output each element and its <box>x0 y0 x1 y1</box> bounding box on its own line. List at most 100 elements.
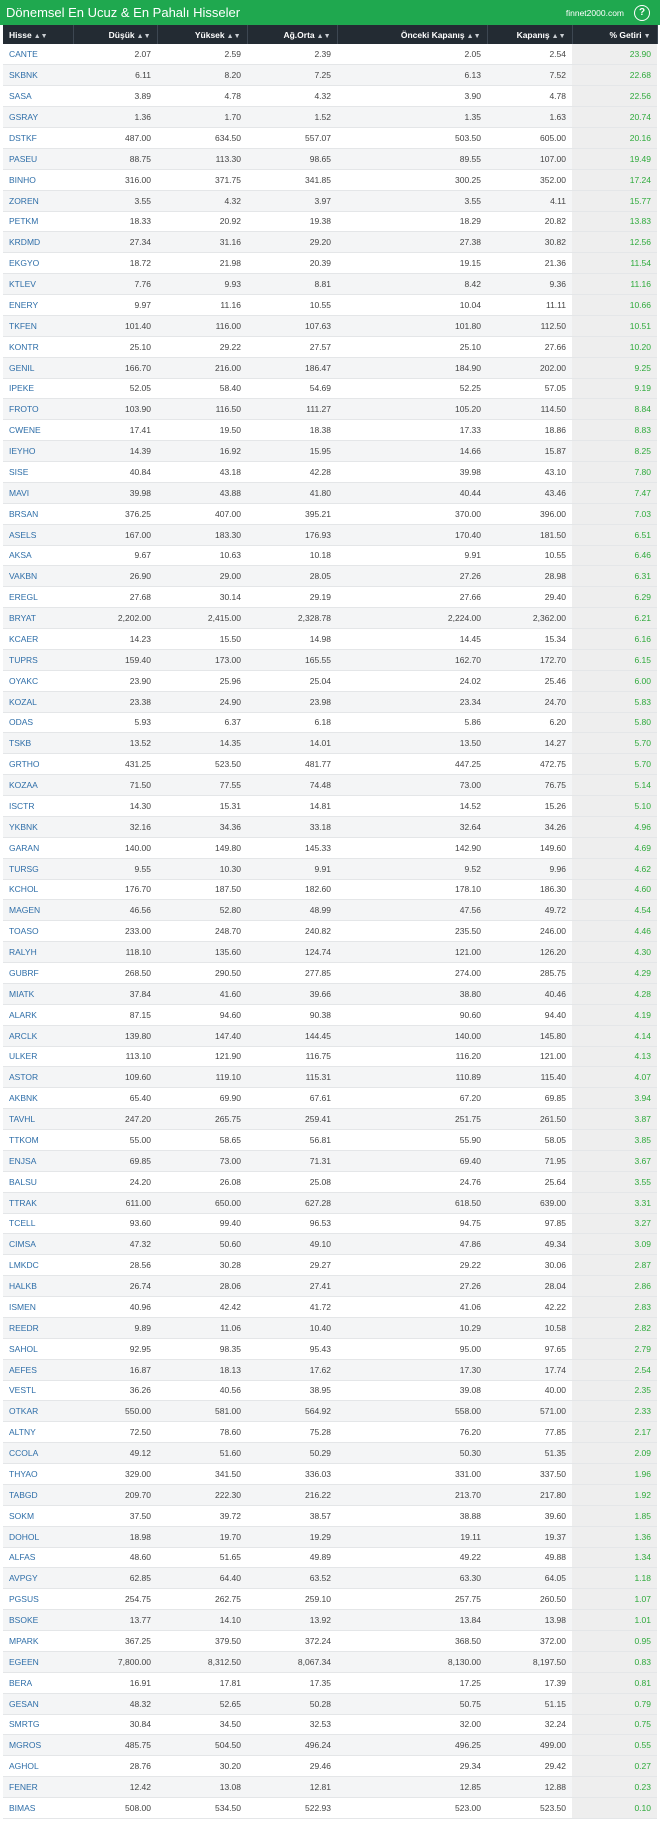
symbol-link[interactable]: ENJSA <box>3 1150 73 1172</box>
symbol-link[interactable]: TTKOM <box>3 1129 73 1151</box>
sort-icon[interactable]: ▲▼ <box>34 33 48 40</box>
symbol-link[interactable]: CANTE <box>3 44 73 66</box>
symbol-link[interactable]: BSOKE <box>3 1609 73 1631</box>
symbol-link[interactable]: SASA <box>3 85 73 108</box>
symbol-link[interactable]: AKSA <box>3 545 73 567</box>
symbol-link[interactable]: ASELS <box>3 524 73 546</box>
symbol-link[interactable]: GSRAY <box>3 106 73 128</box>
column-header-yuksek[interactable]: Yüksek ▲▼ <box>157 25 248 44</box>
symbol-link[interactable]: SISE <box>3 461 73 483</box>
symbol-link[interactable]: ASTOR <box>3 1066 73 1089</box>
symbol-link[interactable]: TAVHL <box>3 1108 73 1130</box>
symbol-link[interactable]: BRSAN <box>3 503 73 525</box>
symbol-link[interactable]: CIMSA <box>3 1233 73 1256</box>
symbol-link[interactable]: ODAS <box>3 712 73 734</box>
symbol-link[interactable]: LMKDC <box>3 1254 73 1277</box>
symbol-link[interactable]: TUPRS <box>3 649 73 671</box>
sort-icon[interactable]: ▼ <box>644 33 651 40</box>
symbol-link[interactable]: TKFEN <box>3 315 73 337</box>
sort-icon[interactable]: ▲▼ <box>227 33 241 40</box>
symbol-link[interactable]: SMRTG <box>3 1714 73 1736</box>
sort-icon[interactable]: ▲▼ <box>137 33 151 40</box>
symbol-link[interactable]: GENIL <box>3 357 73 379</box>
column-header-kapanis[interactable]: Kapanış ▲▼ <box>487 25 573 44</box>
symbol-link[interactable]: VAKBN <box>3 565 73 588</box>
sort-icon[interactable]: ▲▼ <box>317 33 331 40</box>
sort-icon[interactable]: ▲▼ <box>467 33 481 40</box>
symbol-link[interactable]: AVPGY <box>3 1567 73 1590</box>
symbol-link[interactable]: TSKB <box>3 732 73 755</box>
symbol-link[interactable]: ULKER <box>3 1046 73 1068</box>
symbol-link[interactable]: EGEEN <box>3 1651 73 1673</box>
symbol-link[interactable]: DOHOL <box>3 1526 73 1548</box>
symbol-link[interactable]: KONTR <box>3 336 73 358</box>
symbol-link[interactable]: SKBNK <box>3 64 73 87</box>
symbol-link[interactable]: FROTO <box>3 398 73 421</box>
symbol-link[interactable]: IEYHO <box>3 440 73 462</box>
symbol-link[interactable]: BERA <box>3 1672 73 1694</box>
symbol-link[interactable]: GESAN <box>3 1693 73 1715</box>
symbol-link[interactable]: BINHO <box>3 169 73 191</box>
symbol-link[interactable]: ALTNY <box>3 1421 73 1444</box>
symbol-link[interactable]: EKGYO <box>3 252 73 275</box>
symbol-link[interactable]: CCOLA <box>3 1442 73 1464</box>
symbol-link[interactable]: MIATK <box>3 983 73 1005</box>
symbol-link[interactable]: AEFES <box>3 1359 73 1381</box>
symbol-link[interactable]: PASEU <box>3 148 73 170</box>
symbol-link[interactable]: REEDR <box>3 1317 73 1339</box>
symbol-link[interactable]: AKBNK <box>3 1087 73 1110</box>
column-header-onceki-kapanis[interactable]: Önceki Kapanış ▲▼ <box>337 25 488 44</box>
symbol-link[interactable]: ZOREN <box>3 190 73 212</box>
symbol-link[interactable]: TABGD <box>3 1484 73 1506</box>
symbol-link[interactable]: TTRAK <box>3 1192 73 1214</box>
column-header-dusuk[interactable]: Düşük ▲▼ <box>73 25 158 44</box>
symbol-link[interactable]: MPARK <box>3 1630 73 1652</box>
symbol-link[interactable]: ISMEN <box>3 1296 73 1318</box>
symbol-link[interactable]: MAVI <box>3 482 73 504</box>
symbol-link[interactable]: FENER <box>3 1776 73 1798</box>
symbol-link[interactable]: EREGL <box>3 586 73 609</box>
symbol-link[interactable]: PETKM <box>3 211 73 233</box>
symbol-link[interactable]: KCHOL <box>3 879 73 901</box>
site-link[interactable]: finnet2000.com <box>566 8 624 18</box>
symbol-link[interactable]: GRTHO <box>3 753 73 776</box>
symbol-link[interactable]: SAHOL <box>3 1338 73 1360</box>
column-header-ag-orta[interactable]: Ağ.Orta ▲▼ <box>247 25 338 44</box>
symbol-link[interactable]: IPEKE <box>3 378 73 400</box>
symbol-link[interactable]: ALFAS <box>3 1547 73 1569</box>
symbol-link[interactable]: RALYH <box>3 941 73 963</box>
symbol-link[interactable]: KOZAL <box>3 691 73 713</box>
symbol-link[interactable]: TCELL <box>3 1213 73 1235</box>
column-header-getiri[interactable]: % Getiri ▼ <box>572 25 658 44</box>
symbol-link[interactable]: HALKB <box>3 1275 73 1297</box>
symbol-link[interactable]: CWENE <box>3 419 73 442</box>
sort-icon[interactable]: ▲▼ <box>552 33 566 40</box>
symbol-link[interactable]: KCAER <box>3 628 73 650</box>
symbol-link[interactable]: SOKM <box>3 1505 73 1527</box>
symbol-link[interactable]: VESTL <box>3 1380 73 1402</box>
symbol-link[interactable]: OYAKC <box>3 670 73 692</box>
symbol-link[interactable]: ISCTR <box>3 795 73 817</box>
symbol-link[interactable]: GARAN <box>3 837 73 859</box>
symbol-link[interactable]: BRYAT <box>3 607 73 629</box>
symbol-link[interactable]: DSTKF <box>3 127 73 149</box>
symbol-link[interactable]: ENERY <box>3 294 73 316</box>
symbol-link[interactable]: OTKAR <box>3 1400 73 1423</box>
symbol-link[interactable]: TOASO <box>3 920 73 943</box>
symbol-link[interactable]: KRDMD <box>3 231 73 254</box>
symbol-link[interactable]: PGSUS <box>3 1588 73 1611</box>
symbol-link[interactable]: ARCLK <box>3 1025 73 1047</box>
symbol-link[interactable]: GUBRF <box>3 962 73 984</box>
symbol-link[interactable]: BALSU <box>3 1171 73 1193</box>
column-header-hisse[interactable]: Hisse ▲▼ <box>3 25 74 44</box>
symbol-link[interactable]: AGHOL <box>3 1755 73 1778</box>
help-icon[interactable]: ? <box>634 4 650 21</box>
symbol-link[interactable]: MAGEN <box>3 899 73 922</box>
symbol-link[interactable]: YKBNK <box>3 816 73 838</box>
symbol-link[interactable]: MGROS <box>3 1734 73 1757</box>
symbol-link[interactable]: KTLEV <box>3 273 73 295</box>
symbol-link[interactable]: BIMAS <box>3 1797 73 1819</box>
symbol-link[interactable]: THYAO <box>3 1463 73 1485</box>
symbol-link[interactable]: TURSG <box>3 858 73 880</box>
symbol-link[interactable]: ALARK <box>3 1004 73 1026</box>
